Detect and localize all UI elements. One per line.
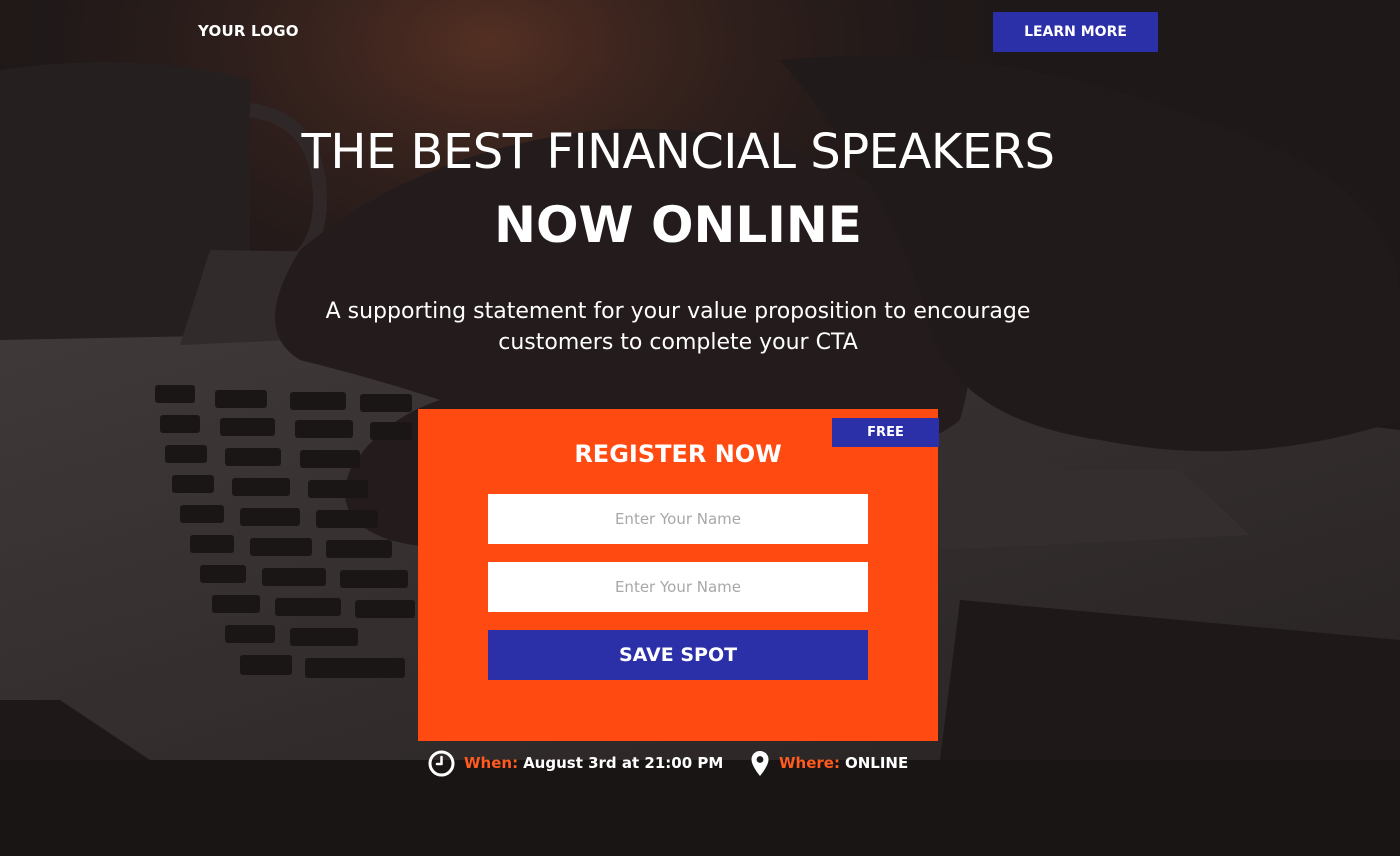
event-when: When: August 3rd at 21:00 PM bbox=[428, 750, 723, 776]
hero-subtitle: A supporting statement for your value pr… bbox=[325, 299, 1031, 355]
name-input-2[interactable] bbox=[488, 562, 868, 612]
event-where: Where: ONLINE bbox=[750, 750, 908, 776]
where-label: Where: bbox=[779, 754, 840, 772]
map-pin-icon bbox=[750, 750, 770, 777]
register-title: REGISTER NOW bbox=[574, 440, 782, 468]
clock-icon bbox=[428, 750, 455, 777]
landing-page: YOUR LOGO LEARN MORE THE BEST FINANCIAL … bbox=[0, 0, 1400, 856]
learn-more-button[interactable]: LEARN MORE bbox=[993, 12, 1158, 52]
when-value: August 3rd at 21:00 PM bbox=[523, 754, 724, 772]
where-value: ONLINE bbox=[844, 754, 909, 772]
save-spot-button[interactable]: SAVE SPOT bbox=[488, 630, 868, 680]
name-input-1[interactable] bbox=[488, 494, 868, 544]
when-label: When: bbox=[464, 754, 519, 772]
logo[interactable]: YOUR LOGO bbox=[198, 22, 299, 40]
hero-title-line-2: NOW ONLINE bbox=[494, 196, 862, 254]
hero-title-line-1: THE BEST FINANCIAL SPEAKERS bbox=[301, 124, 1055, 180]
